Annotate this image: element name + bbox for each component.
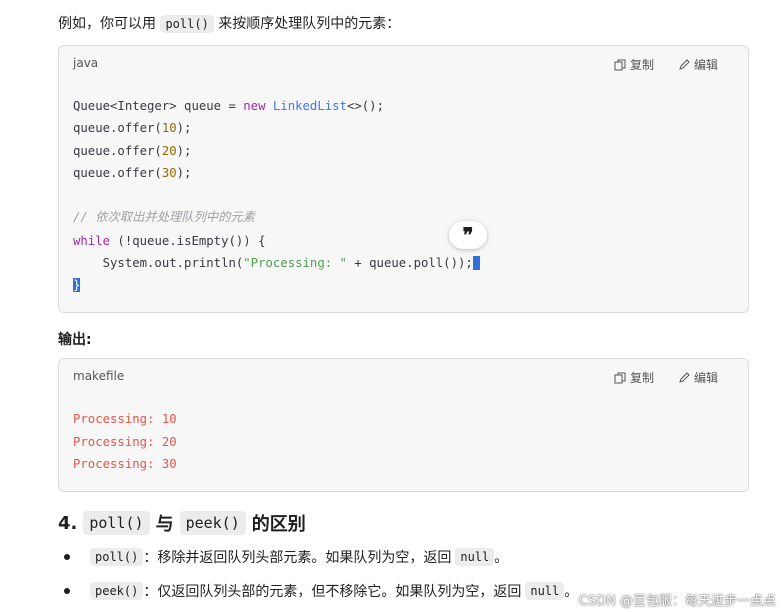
output-line-3: Processing: 30 xyxy=(73,457,177,471)
copy-label: 复制 xyxy=(629,58,654,72)
code-actions: 复制 编辑 xyxy=(614,56,718,73)
bullet-code: peek() xyxy=(90,582,144,600)
code-line-close: } xyxy=(73,278,81,292)
intro-paragraph: 例如，你可以用 poll() 来按顺序处理队列中的元素： xyxy=(58,14,400,34)
section-connector: 与 xyxy=(155,514,174,535)
intro-suffix: 来按顺序处理队列中的元素： xyxy=(218,16,401,32)
bullet-text: ：移除并返回队列头部元素。如果队列为空，返回 xyxy=(143,550,452,566)
java-code-block: java 复制 编辑 Queue<Integer> queue = new Li… xyxy=(58,45,749,313)
section-code-peek: peek() xyxy=(179,511,246,535)
code-language-label: java xyxy=(73,56,99,70)
bullet-end: 。 xyxy=(494,550,509,566)
edit-label: 编辑 xyxy=(693,58,718,72)
intro-inline-code: poll() xyxy=(160,15,214,33)
code-comment-line: // 依次取出并处理队列中的元素 xyxy=(73,210,256,224)
bullet-dot xyxy=(64,588,70,594)
code-language-label: makefile xyxy=(73,369,125,383)
list-item: peek() ：仅返回队列头部的元素，但不移除它。如果队列为空，返回 null … xyxy=(64,581,578,601)
code-actions: 复制 编辑 xyxy=(614,369,718,386)
copy-icon xyxy=(614,59,626,70)
edit-button[interactable]: 编辑 xyxy=(678,369,718,386)
bullet-end: 。 xyxy=(564,584,579,600)
section-number: 4. xyxy=(58,512,78,534)
code-line-2: queue.offer(10); xyxy=(73,121,192,135)
output-heading: 输出: xyxy=(58,332,92,348)
edit-label: 编辑 xyxy=(693,371,718,385)
watermark: CSDN @豆包版：每天进步一点点 xyxy=(578,594,776,609)
section-code-poll: poll() xyxy=(83,511,150,535)
section-heading: 4. poll() 与 peek() 的区别 xyxy=(58,510,306,536)
copy-label: 复制 xyxy=(629,371,654,385)
bullet-code-null: null xyxy=(525,582,565,600)
bullet-code: poll() xyxy=(90,548,144,566)
bullet-code-null: null xyxy=(455,548,495,566)
copy-icon xyxy=(614,372,626,383)
edit-icon xyxy=(679,58,690,70)
code-line-print: System.out.println("Processing: " + queu… xyxy=(73,254,481,272)
bullet-dot xyxy=(64,554,70,560)
code-line-1: Queue<Integer> queue = new LinkedList<>(… xyxy=(73,99,384,113)
output-line-1: Processing: 10 xyxy=(73,412,177,426)
code-line-4: queue.offer(30); xyxy=(73,166,192,180)
copy-button[interactable]: 复制 xyxy=(614,369,654,386)
intro-prefix: 例如，你可以用 xyxy=(58,16,156,32)
list-item: poll() ：移除并返回队列头部元素。如果队列为空，返回 null 。 xyxy=(64,547,508,567)
quote-button[interactable]: ❞ xyxy=(449,221,487,249)
code-line-3: queue.offer(20); xyxy=(73,144,192,158)
output-line-2: Processing: 20 xyxy=(73,435,177,449)
output-code-block: makefile 复制 编辑 Processing: 10 Processing… xyxy=(58,358,749,492)
code-line-while: while (!queue.isEmpty()) { xyxy=(73,234,266,248)
copy-button[interactable]: 复制 xyxy=(614,56,654,73)
edit-icon xyxy=(679,371,690,383)
section-suffix: 的区别 xyxy=(251,514,306,535)
bullet-text: ：仅返回队列头部的元素，但不移除它。如果队列为空，返回 xyxy=(143,584,522,600)
edit-button[interactable]: 编辑 xyxy=(678,56,718,73)
